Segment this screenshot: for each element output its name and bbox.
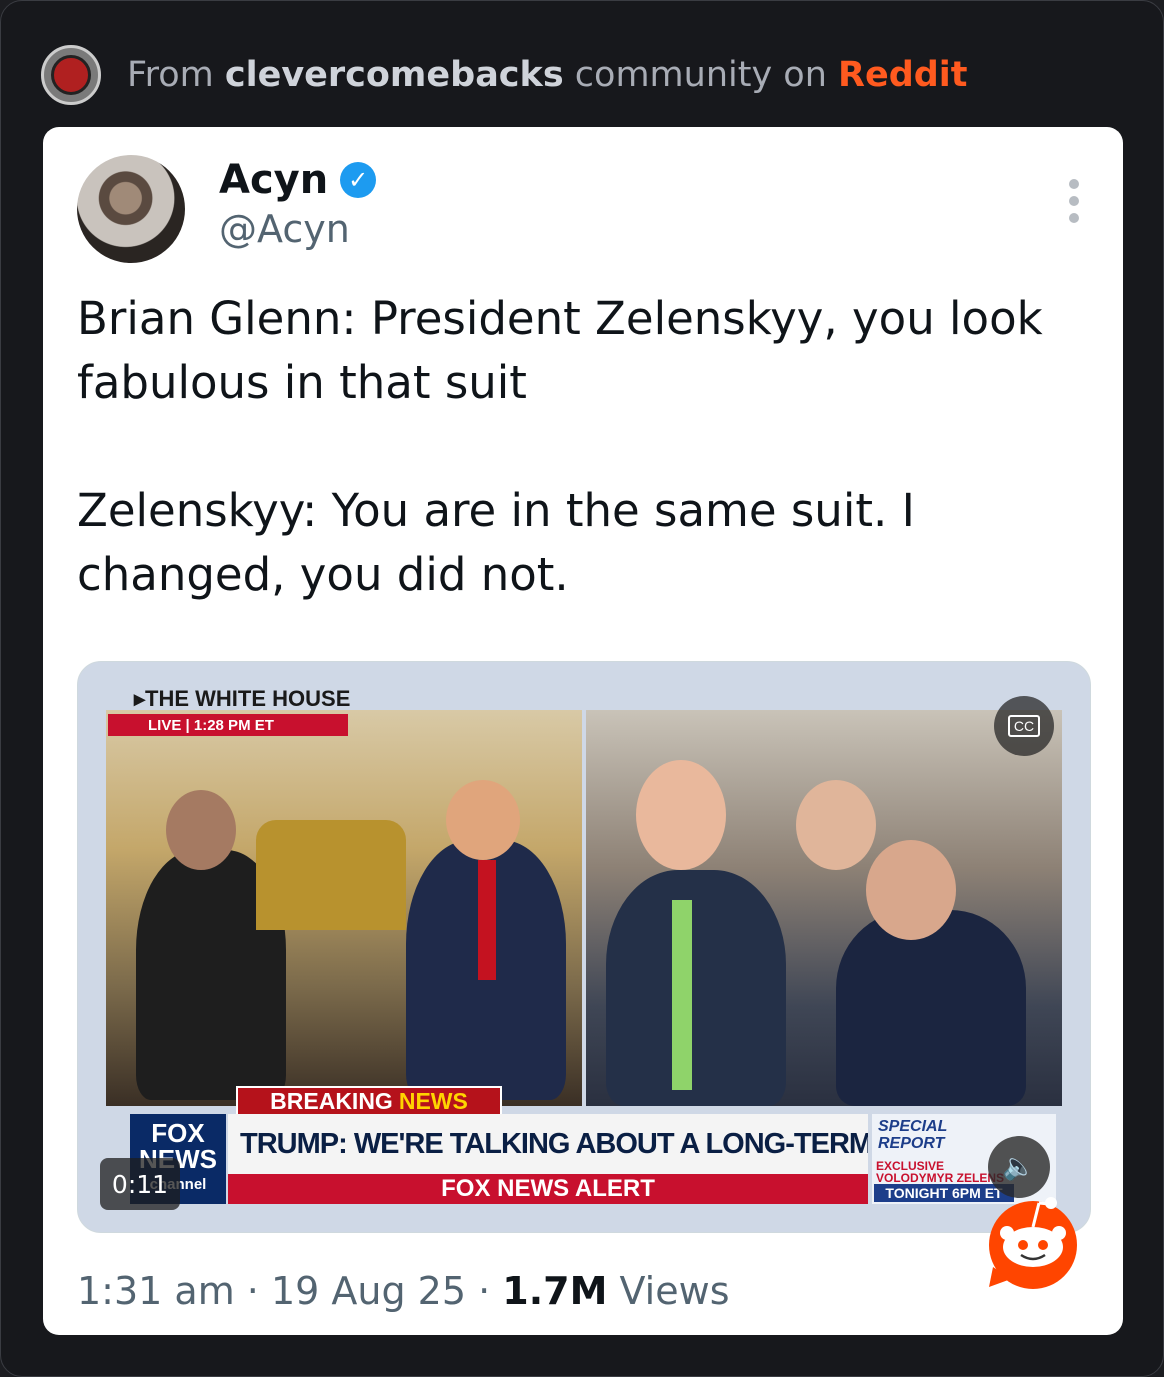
news-headline: TRUMP: WE'RE TALKING ABOUT A LONG-TERM P… — [228, 1114, 868, 1174]
tweet-date[interactable]: 19 Aug 25 — [271, 1269, 466, 1313]
tweet-line-2: Zelenskyy: You are in the same suit. I c… — [77, 484, 915, 601]
views-label: Views — [607, 1269, 730, 1313]
broadcast-location: ▸THE WHITE HOUSE — [134, 686, 351, 711]
breaking-news-banner: BREAKING NEWS — [236, 1086, 502, 1116]
video-frame-left — [106, 710, 582, 1106]
cc-label: CC — [1007, 715, 1041, 737]
header-prefix: From — [127, 55, 225, 95]
news-label: NEWS — [398, 1087, 468, 1114]
video-frame-right — [586, 710, 1062, 1106]
fox-news-alert: FOX NEWS ALERT — [228, 1174, 868, 1204]
community-avatar-icon[interactable] — [41, 45, 101, 105]
tweet-meta: 1:31 am · 19 Aug 25 · 1.7M Views — [77, 1269, 730, 1313]
views-count: 1.7M — [502, 1269, 608, 1313]
live-indicator: LIVE | 1:28 PM ET — [108, 714, 348, 736]
breaking-label: BREAKING — [270, 1087, 393, 1114]
tweet-time[interactable]: 1:31 am — [77, 1269, 235, 1313]
author-avatar[interactable] — [77, 155, 185, 263]
tweet-text: Brian Glenn: President Zelenskyy, you lo… — [77, 287, 1087, 607]
meta-separator-1: · — [234, 1269, 271, 1313]
author-name[interactable]: Acyn ✓ — [219, 157, 377, 203]
logo-line-1: FOX — [151, 1118, 205, 1148]
header-middle: community on — [563, 55, 839, 95]
verified-badge-icon: ✓ — [340, 162, 377, 198]
community-link[interactable]: clevercomebacks — [225, 55, 564, 95]
tweet-card[interactable]: Acyn ✓ @Acyn Brian Glenn: President Zele… — [43, 127, 1123, 1335]
special-line-1: SPECIAL — [878, 1118, 948, 1135]
tweet-line-1: Brian Glenn: President Zelenskyy, you lo… — [77, 292, 1043, 409]
special-line-2: REPORT — [878, 1135, 945, 1152]
reddit-link[interactable]: Reddit — [838, 55, 968, 95]
closed-captions-icon[interactable]: CC — [994, 696, 1054, 756]
reddit-snoo-icon[interactable] — [983, 1189, 1083, 1289]
author-handle[interactable]: @Acyn — [219, 207, 350, 251]
author-name-text[interactable]: Acyn — [219, 157, 328, 203]
post-header: From clevercomebacks community on Reddit — [41, 45, 968, 105]
header-source-text: From clevercomebacks community on Reddit — [127, 55, 968, 95]
more-options-icon[interactable] — [1069, 179, 1081, 223]
video-timer: 0:11 — [100, 1158, 180, 1210]
video-player[interactable]: ▸THE WHITE HOUSE LIVE | 1:28 PM ET CC BR… — [77, 661, 1091, 1233]
exclusive-line-2: VOLODYMYR ZELENS — [876, 1171, 1005, 1185]
post-frame: From clevercomebacks community on Reddit… — [0, 0, 1164, 1377]
meta-separator-2: · — [466, 1269, 503, 1313]
